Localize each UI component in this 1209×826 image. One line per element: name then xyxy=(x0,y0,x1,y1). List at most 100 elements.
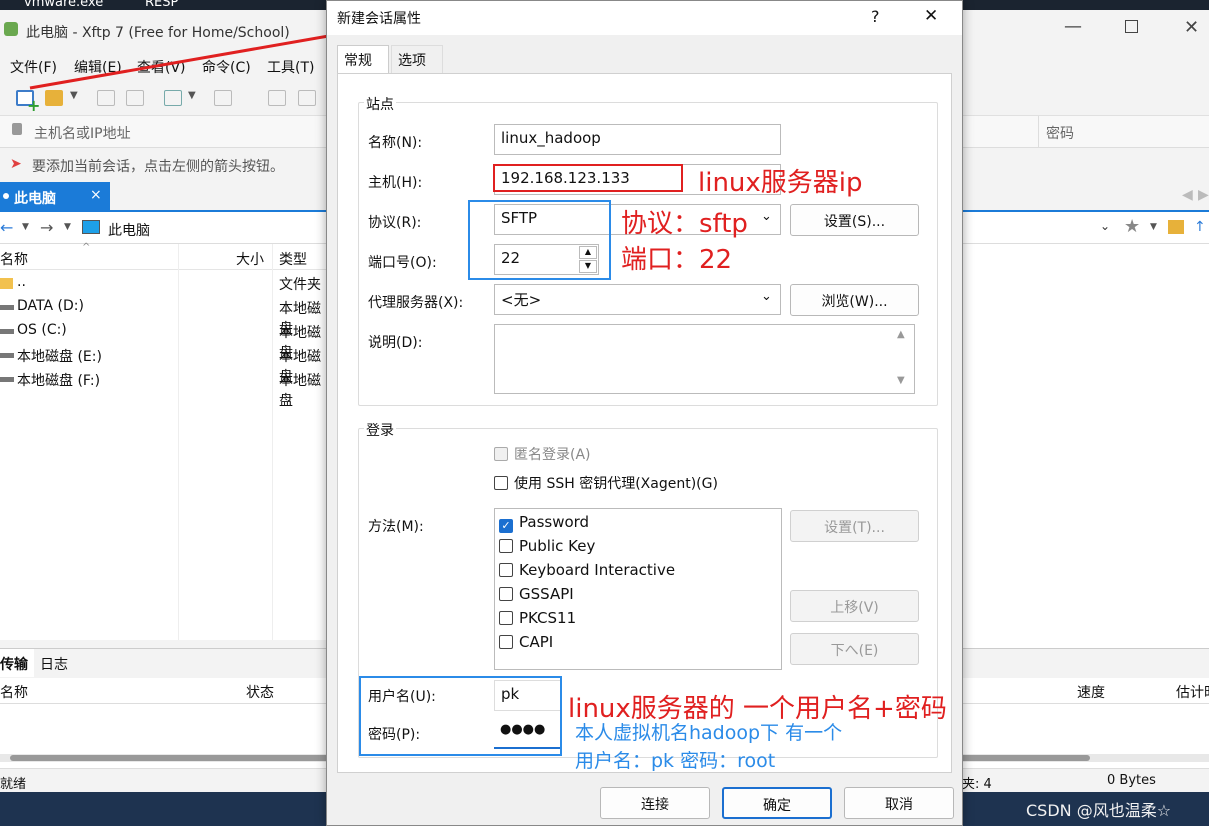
list-item[interactable]: OS (C:) 本地磁盘 xyxy=(0,322,330,361)
chevron-down-icon[interactable]: ▼ xyxy=(70,90,78,101)
proxy-value: <无> xyxy=(501,291,542,309)
list-item[interactable]: 本地磁盘 (F:) 本地磁盘 xyxy=(0,370,330,409)
method-label-text: Password xyxy=(519,513,590,531)
menu-file[interactable]: 文件(F) xyxy=(10,57,57,77)
checkbox-icon xyxy=(499,635,513,649)
method-label-text: Keyboard Interactive xyxy=(519,561,676,579)
sort-up-icon: ^ xyxy=(82,242,91,253)
method-pkcs11[interactable]: PKCS11 xyxy=(499,609,777,633)
method-gssapi[interactable]: GSSAPI xyxy=(499,585,777,609)
move-down-button[interactable]: 下へ(E) xyxy=(790,633,919,665)
splitter[interactable] xyxy=(0,640,330,648)
method-capi[interactable]: CAPI xyxy=(499,633,777,657)
scroll-down-icon[interactable]: ▼ xyxy=(897,375,905,386)
ok-button[interactable]: 确定 xyxy=(722,787,832,819)
credentials-highlight-box xyxy=(359,676,562,756)
taskbar-item[interactable]: vmware.exe xyxy=(24,0,103,10)
home-icon[interactable] xyxy=(1168,220,1184,234)
name-label: 名称(N): xyxy=(368,135,423,151)
col-type[interactable]: 类型 xyxy=(279,249,307,269)
back-icon[interactable]: ← xyxy=(0,218,13,237)
tab-transfer[interactable]: 传输 xyxy=(0,649,34,677)
help-icon[interactable]: ? xyxy=(871,7,880,26)
tab-this-pc[interactable]: 此电脑 × xyxy=(0,182,110,212)
proxy-select[interactable]: <无> ⌄ xyxy=(494,284,781,315)
connect-button[interactable]: 连接 xyxy=(600,787,710,819)
name-input[interactable]: linux_hadoop xyxy=(494,124,781,155)
upload-icon[interactable] xyxy=(268,90,286,106)
col-status[interactable]: 状态 xyxy=(246,682,274,702)
taskbar-item[interactable]: RESP xyxy=(145,0,178,10)
menu-view[interactable]: 查看(V) xyxy=(137,57,186,77)
file-type: 文件夹 xyxy=(279,277,321,293)
tab-scroll-right-icon[interactable]: ▶ xyxy=(1198,187,1209,203)
chevron-down-icon[interactable]: ▼ xyxy=(1150,222,1157,232)
unlink-icon[interactable] xyxy=(126,90,144,106)
col-speed[interactable]: 速度 xyxy=(1077,682,1105,702)
tab-log[interactable]: 日志 xyxy=(40,654,68,674)
maximize-icon[interactable] xyxy=(1125,20,1138,33)
col-transfer-name[interactable]: 名称 xyxy=(0,682,28,702)
divider xyxy=(1038,116,1039,148)
password-input[interactable]: 密码 xyxy=(1046,123,1074,143)
dialog-close-icon[interactable]: ✕ xyxy=(924,6,938,26)
move-up-button[interactable]: 上移(V) xyxy=(790,590,919,622)
chevron-down-icon[interactable]: ▼ xyxy=(188,90,196,101)
tab-options[interactable]: 选项 xyxy=(391,45,443,73)
transfer-icon[interactable] xyxy=(214,90,232,106)
drive-icon xyxy=(0,353,14,358)
forward-icon[interactable]: → xyxy=(40,218,53,237)
method-keyboard-interactive[interactable]: Keyboard Interactive xyxy=(499,561,777,585)
col-eta[interactable]: 估计时 xyxy=(1176,682,1209,702)
list-item[interactable]: 本地磁盘 (E:) 本地磁盘 xyxy=(0,346,330,385)
checkbox-icon xyxy=(499,587,513,601)
tab-general[interactable]: 常规 xyxy=(337,45,389,75)
file-name: 本地磁盘 (E:) xyxy=(17,349,102,365)
chevron-down-icon: ⌄ xyxy=(761,209,772,224)
anonymous-checkbox[interactable]: 匿名登录(A) xyxy=(494,444,591,464)
menu-tools[interactable]: 工具(T) xyxy=(267,57,314,77)
app-icon xyxy=(4,22,18,36)
chevron-down-icon[interactable]: ▼ xyxy=(22,222,29,232)
chevron-down-icon[interactable]: ⌄ xyxy=(1100,219,1110,233)
annotation-note-line1: 本人虚拟机名hadoop下 有一个 xyxy=(575,722,843,744)
list-item[interactable]: DATA (D:) 本地磁盘 xyxy=(0,298,330,337)
minimize-icon[interactable]: — xyxy=(1064,16,1082,37)
chevron-down-icon[interactable]: ▼ xyxy=(64,222,71,232)
close-window-icon[interactable]: ✕ xyxy=(1184,17,1199,38)
settings-icon[interactable] xyxy=(164,90,182,106)
file-name: .. xyxy=(17,274,26,290)
description-label: 说明(D): xyxy=(368,335,423,351)
col-size[interactable]: 大小 xyxy=(236,249,264,269)
host-input[interactable]: 主机名或IP地址 xyxy=(34,123,131,143)
open-folder-icon[interactable] xyxy=(45,90,63,106)
dialog-title: 新建会话属性 xyxy=(337,11,421,27)
path-text[interactable]: 此电脑 xyxy=(108,220,150,240)
agent-checkbox[interactable]: 使用 SSH 密钥代理(Xagent)(G) xyxy=(494,473,718,493)
up-icon[interactable]: ↑ xyxy=(1194,219,1206,235)
method-public-key[interactable]: Public Key xyxy=(499,537,777,561)
proxy-browse-button[interactable]: 浏览(W)... xyxy=(790,284,919,316)
login-legend: 登录 xyxy=(364,420,396,440)
tab-scroll-left-icon[interactable]: ◀ xyxy=(1182,187,1193,203)
lock-icon xyxy=(12,123,22,135)
scroll-up-icon[interactable]: ▲ xyxy=(897,329,905,340)
method-settings-button[interactable]: 设置(T)... xyxy=(790,510,919,542)
download-icon[interactable] xyxy=(298,90,316,106)
dot-icon xyxy=(3,193,9,199)
list-item[interactable]: .. 文件夹 xyxy=(0,274,330,296)
menu-command[interactable]: 命令(C) xyxy=(202,57,251,77)
checkbox-icon xyxy=(499,611,513,625)
protocol-settings-button[interactable]: 设置(S)... xyxy=(790,204,919,236)
menu-edit[interactable]: 编辑(E) xyxy=(74,57,122,77)
arrow-icon[interactable]: ➤ xyxy=(10,156,22,172)
description-input[interactable]: ▲ ▼ xyxy=(494,324,915,394)
tab-close-icon[interactable]: × xyxy=(90,187,102,203)
checkbox-icon xyxy=(499,563,513,577)
star-icon[interactable]: ★ xyxy=(1124,216,1140,237)
method-password[interactable]: ✓ Password xyxy=(499,513,777,537)
plus-icon: + xyxy=(27,96,41,115)
link-icon[interactable] xyxy=(97,90,115,106)
cancel-button[interactable]: 取消 xyxy=(844,787,954,819)
col-name[interactable]: 名称 xyxy=(0,249,28,269)
